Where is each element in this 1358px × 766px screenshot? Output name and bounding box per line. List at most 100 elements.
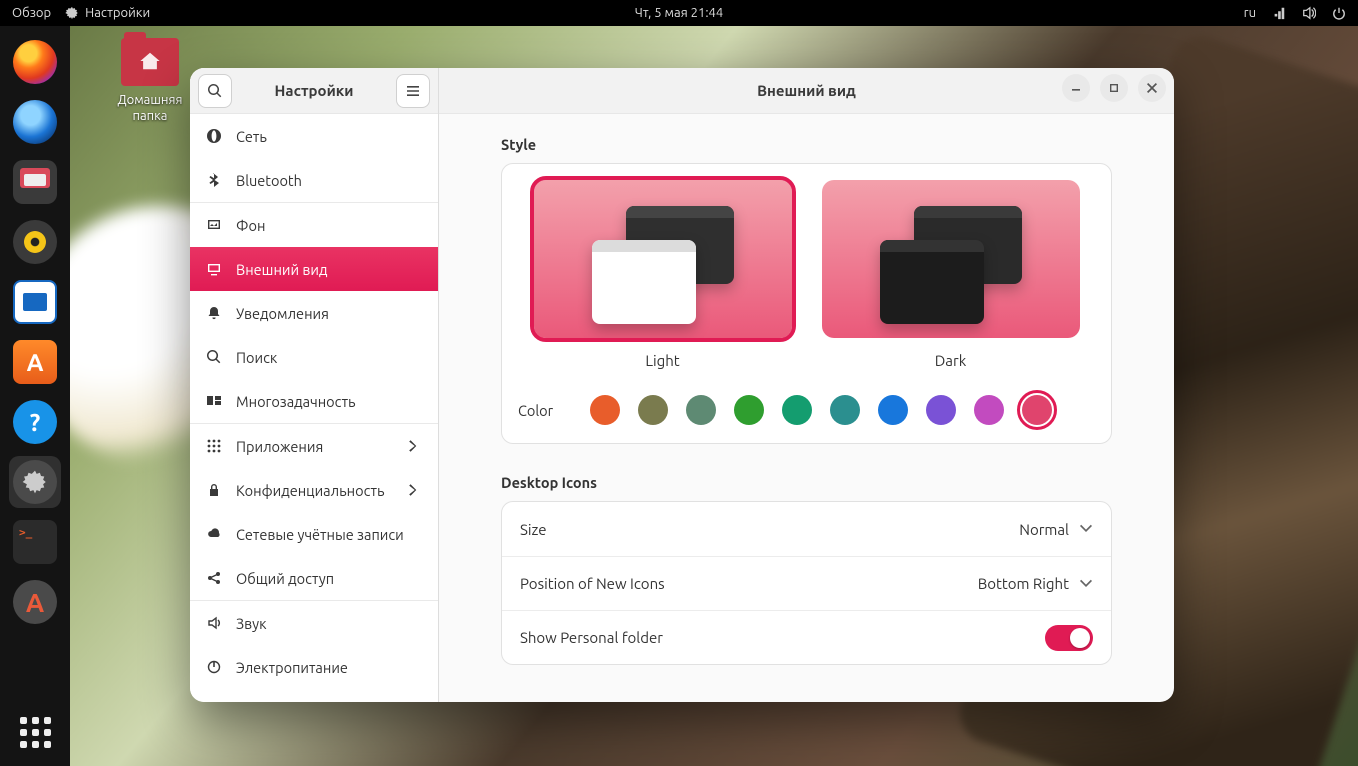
- sidebar-item-label: Звук: [236, 615, 267, 632]
- chevron-down-icon: [1079, 522, 1093, 536]
- input-language[interactable]: ru: [1244, 6, 1256, 20]
- style-section-title: Style: [501, 136, 1112, 153]
- dock-rhythmbox[interactable]: [9, 216, 61, 268]
- sidebar-item-online-accounts[interactable]: Сетевые учётные записи: [190, 512, 438, 556]
- gear-icon: [65, 6, 79, 20]
- dock: A ? >_ A: [0, 26, 70, 766]
- chevron-down-icon: [1079, 577, 1093, 591]
- content-title: Внешний вид: [757, 82, 856, 99]
- sidebar-item-bluetooth[interactable]: Bluetooth: [190, 158, 438, 202]
- show-personal-folder-switch[interactable]: [1045, 625, 1093, 651]
- color-swatch[interactable]: [974, 395, 1004, 425]
- theme-option-dark[interactable]: Dark: [822, 180, 1080, 369]
- wallpaper-icon: [206, 217, 222, 233]
- appearance-icon: [206, 261, 222, 277]
- dock-firefox[interactable]: [9, 36, 61, 88]
- color-swatch[interactable]: [686, 395, 716, 425]
- search-icon: [207, 83, 223, 99]
- sidebar-item-label: Электропитание: [236, 659, 348, 676]
- active-app[interactable]: Настройки: [65, 6, 150, 20]
- desktop-icon-home[interactable]: Домашняя папка: [100, 38, 200, 125]
- row-value: Normal: [1019, 521, 1069, 538]
- apps-icon: [206, 438, 222, 454]
- maximize-icon: [1108, 82, 1120, 94]
- desktop-icon-label: Домашняя папка: [100, 92, 200, 125]
- folder-icon: [121, 38, 179, 86]
- color-swatches: [590, 395, 1052, 425]
- bell-icon: [206, 305, 222, 321]
- minimize-icon: [1070, 82, 1082, 94]
- sidebar-item-label: Приложения: [236, 438, 323, 455]
- color-swatch[interactable]: [590, 395, 620, 425]
- globe-icon: [206, 128, 222, 144]
- close-button[interactable]: [1138, 74, 1166, 102]
- row-icon-position[interactable]: Position of New Icons Bottom Right: [502, 556, 1111, 610]
- share-icon: [206, 570, 222, 586]
- sidebar-item-sharing[interactable]: Общий доступ: [190, 556, 438, 600]
- sidebar-item-multitasking[interactable]: Многозадачность: [190, 379, 438, 423]
- sidebar-header: Настройки: [190, 68, 438, 114]
- dock-updates[interactable]: A: [9, 576, 61, 628]
- settings-window: Настройки Сеть Bluetooth Фон Внешний вид…: [190, 68, 1174, 702]
- sidebar-item-privacy[interactable]: Конфиденциальность: [190, 468, 438, 512]
- color-swatch[interactable]: [782, 395, 812, 425]
- style-card: Light Dark Color: [501, 163, 1112, 444]
- dock-software[interactable]: A: [9, 336, 61, 388]
- sidebar-item-background[interactable]: Фон: [190, 203, 438, 247]
- minimize-button[interactable]: [1062, 74, 1090, 102]
- row-label: Show Personal folder: [520, 629, 663, 646]
- desktop-icons-section-title: Desktop Icons: [501, 474, 1112, 491]
- sidebar-item-notifications[interactable]: Уведомления: [190, 291, 438, 335]
- row-label: Position of New Icons: [520, 575, 665, 592]
- color-swatch[interactable]: [926, 395, 956, 425]
- activities-button[interactable]: Обзор: [12, 6, 51, 20]
- power-icon[interactable]: [1332, 6, 1346, 20]
- sidebar-item-label: Конфиденциальность: [236, 482, 384, 499]
- sidebar-item-sound[interactable]: Звук: [190, 601, 438, 645]
- color-swatch[interactable]: [1022, 395, 1052, 425]
- sidebar-title: Настройки: [232, 82, 396, 99]
- volume-icon[interactable]: [1302, 6, 1316, 20]
- sidebar-item-label: Уведомления: [236, 305, 329, 322]
- dock-help[interactable]: ?: [9, 396, 61, 448]
- theme-label: Dark: [822, 352, 1080, 369]
- theme-preview-light: [534, 180, 792, 338]
- chevron-right-icon: [406, 438, 422, 454]
- clock[interactable]: Чт, 5 мая 21:44: [635, 6, 723, 20]
- color-swatch[interactable]: [830, 395, 860, 425]
- sidebar-item-label: Сетевые учётные записи: [236, 526, 404, 543]
- desktop-icons-card: Size Normal Position of New Icons Bottom…: [501, 501, 1112, 665]
- dock-writer[interactable]: [9, 276, 61, 328]
- menu-icon: [405, 83, 421, 99]
- show-applications-button[interactable]: [15, 712, 55, 752]
- search-icon: [206, 349, 222, 365]
- theme-option-light[interactable]: Light: [534, 180, 792, 369]
- dock-terminal[interactable]: >_: [9, 516, 61, 568]
- row-icon-size[interactable]: Size Normal: [502, 502, 1111, 556]
- color-swatch[interactable]: [734, 395, 764, 425]
- dock-files[interactable]: [9, 156, 61, 208]
- menu-button[interactable]: [396, 74, 430, 108]
- multitask-icon: [206, 393, 222, 409]
- sidebar-item-search[interactable]: Поиск: [190, 335, 438, 379]
- power-icon: [206, 659, 222, 675]
- close-icon: [1146, 82, 1158, 94]
- dock-thunderbird[interactable]: [9, 96, 61, 148]
- search-button[interactable]: [198, 74, 232, 108]
- settings-sidebar: Настройки Сеть Bluetooth Фон Внешний вид…: [190, 68, 439, 702]
- network-icon[interactable]: [1272, 6, 1286, 20]
- sidebar-item-appearance[interactable]: Внешний вид: [190, 247, 438, 291]
- sidebar-item-label: Общий доступ: [236, 570, 334, 587]
- sidebar-item-label: Сеть: [236, 128, 267, 145]
- lock-icon: [206, 482, 222, 498]
- dock-settings[interactable]: [9, 456, 61, 508]
- bluetooth-icon: [206, 172, 222, 188]
- desktop: Домашняя папка Настройки Сеть Bluetooth …: [70, 26, 1358, 766]
- active-app-label: Настройки: [85, 6, 150, 20]
- color-swatch[interactable]: [638, 395, 668, 425]
- sidebar-item-power[interactable]: Электропитание: [190, 645, 438, 689]
- sidebar-item-network[interactable]: Сеть: [190, 114, 438, 158]
- maximize-button[interactable]: [1100, 74, 1128, 102]
- sidebar-item-applications[interactable]: Приложения: [190, 424, 438, 468]
- color-swatch[interactable]: [878, 395, 908, 425]
